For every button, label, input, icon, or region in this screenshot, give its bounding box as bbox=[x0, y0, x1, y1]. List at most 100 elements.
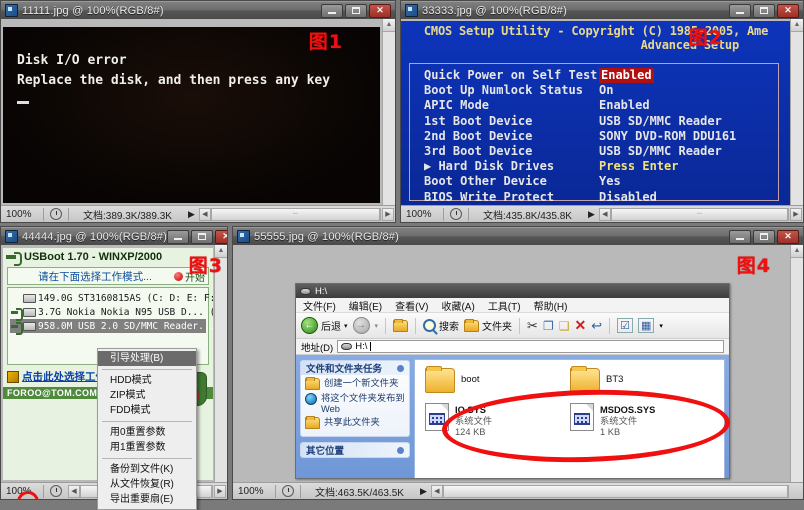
explorer-address-bar[interactable]: 地址(D) H:\ bbox=[296, 339, 729, 355]
win1-window-buttons[interactable]: ✕ bbox=[321, 3, 393, 18]
back-button[interactable]: ← 后退 ▾ bbox=[301, 317, 348, 334]
context-menu-item[interactable]: FDD模式 bbox=[98, 403, 196, 418]
folder-item[interactable]: boot bbox=[425, 366, 570, 393]
explorer-menu-item[interactable]: 收藏(A) bbox=[441, 298, 474, 313]
sidebar-task-item[interactable]: 将这个文件夹发布到 Web bbox=[305, 393, 405, 414]
status-arrow-icon[interactable]: ▶ bbox=[188, 209, 195, 220]
status-arrow-icon[interactable]: ▶ bbox=[588, 209, 595, 220]
context-menu-item[interactable]: 引导处理(B) bbox=[98, 351, 196, 366]
explorer-menu-item[interactable]: 工具(T) bbox=[488, 298, 521, 313]
undo-icon[interactable]: ↩ bbox=[591, 318, 602, 334]
win3-vertical-scrollbar[interactable]: ▲ bbox=[214, 245, 227, 482]
folder-grid[interactable]: boot BT3 bbox=[425, 366, 724, 403]
explorer-toolbar[interactable]: ← 后退 ▾ → ▾ 搜索 文件夹 ✂ ❐ ❑ ✕ ↩ ☑ ▦ ▾ bbox=[296, 313, 729, 339]
explorer-menu-item[interactable]: 文件(F) bbox=[303, 298, 336, 313]
sidebar-task-item[interactable]: 共享此文件夹 bbox=[305, 416, 405, 429]
bios-row[interactable]: BIOS Write Protect Disabled bbox=[424, 190, 778, 205]
usboot-drive-item[interactable]: 149.0G ST3160815AS (C: D: E: F:) bbox=[10, 291, 213, 305]
context-menu-item[interactable]: 备份到文件(K) bbox=[98, 462, 196, 477]
minimize-button[interactable] bbox=[321, 3, 343, 18]
photoshop-window-1[interactable]: 11111.jpg @ 100%(RGB/8#) ✕ Disk I/O erro… bbox=[0, 0, 396, 223]
win3-titlebar[interactable]: 44444.jpg @ 100%(RGB/8#) ✕ bbox=[1, 227, 227, 245]
cut-icon[interactable]: ✂ bbox=[527, 318, 538, 334]
file-item[interactable]: IO.SYS 系统文件 124 KB bbox=[425, 403, 570, 438]
win1-titlebar[interactable]: 11111.jpg @ 100%(RGB/8#) ✕ bbox=[1, 1, 395, 19]
explorer-sidebar[interactable]: 文件和文件夹任务 创建一个新文件夹 将这个文件夹发布到 Web 共享此文件夹 其它位置 bbox=[296, 355, 414, 478]
win1-zoom-level[interactable]: 100% bbox=[1, 209, 43, 220]
up-folder-icon[interactable] bbox=[393, 318, 409, 332]
photoshop-window-4[interactable]: 55555.jpg @ 100%(RGB/8#) ✕ H:\ 文件(F) 编辑(E… bbox=[232, 226, 804, 500]
file-item[interactable]: MSDOS.SYS 系统文件 1 KB bbox=[570, 403, 715, 438]
bios-option-value[interactable]: USB SD/MMC Reader bbox=[599, 144, 722, 159]
bios-option-value[interactable]: SONY DVD-ROM DDU161 bbox=[599, 129, 736, 144]
photoshop-window-2[interactable]: 33333.jpg @ 100%(RGB/8#) ✕ CMOS Setup Ut… bbox=[400, 0, 804, 223]
bios-option-value[interactable]: Enabled bbox=[599, 68, 654, 84]
explorer-menubar[interactable]: 文件(F) 编辑(E) 查看(V) 收藏(A) 工具(T) 帮助(H) bbox=[296, 298, 729, 313]
context-menu-item[interactable]: 从文件恢复(R) bbox=[98, 477, 196, 492]
maximize-button[interactable] bbox=[345, 3, 367, 18]
explorer-file-view[interactable]: boot BT3 IO.SYS 系统文件 124 KB MSDOS.SYS 系统文件 1 K… bbox=[414, 359, 725, 478]
explorer-titlebar[interactable]: H:\ bbox=[296, 284, 729, 298]
scroll-up-icon[interactable]: ▲ bbox=[791, 245, 803, 258]
bios-row[interactable]: Boot Other Device Yes bbox=[424, 174, 778, 189]
win4-titlebar[interactable]: 55555.jpg @ 100%(RGB/8#) ✕ bbox=[233, 227, 803, 245]
file-grid[interactable]: IO.SYS 系统文件 124 KB MSDOS.SYS 系统文件 1 KB bbox=[425, 403, 724, 448]
views-icon[interactable]: ▦ bbox=[637, 318, 655, 333]
explorer-menu-item[interactable]: 编辑(E) bbox=[349, 298, 382, 313]
hscroll-right-button[interactable]: ▶ bbox=[214, 484, 226, 498]
bios-option-value[interactable]: On bbox=[599, 83, 613, 98]
copy-icon[interactable]: ❐ bbox=[543, 319, 554, 333]
hscroll-left-button[interactable]: ◀ bbox=[598, 207, 611, 221]
win4-vertical-scrollbar[interactable]: ▲ bbox=[790, 245, 803, 482]
explorer-menu-item[interactable]: 查看(V) bbox=[395, 298, 428, 313]
win2-window-buttons[interactable]: ✕ bbox=[729, 3, 801, 18]
forward-arrow-icon[interactable]: → bbox=[352, 317, 370, 334]
scroll-up-icon[interactable]: ▲ bbox=[791, 19, 803, 32]
hscroll-left-button[interactable]: ◀ bbox=[430, 484, 443, 498]
win4-window-buttons[interactable]: ✕ bbox=[729, 229, 801, 244]
bios-option-value[interactable]: Press Enter bbox=[599, 159, 678, 174]
bios-row[interactable]: Boot Up Numlock Status On bbox=[424, 83, 778, 98]
minimize-button[interactable] bbox=[729, 3, 751, 18]
chevron-down-icon[interactable]: ▾ bbox=[344, 322, 348, 330]
bios-row[interactable]: APIC Mode Enabled bbox=[424, 98, 778, 113]
bios-option-value[interactable]: USB SD/MMC Reader bbox=[599, 114, 722, 129]
search-button[interactable]: 搜索 bbox=[423, 318, 459, 333]
hscroll-left-button[interactable]: ◀ bbox=[198, 207, 211, 221]
delete-icon[interactable]: ✕ bbox=[574, 317, 586, 334]
address-input[interactable]: H:\ bbox=[337, 340, 724, 353]
status-arrow-icon[interactable]: ▶ bbox=[420, 486, 427, 497]
context-menu-item[interactable]: 用1重置参数 bbox=[98, 440, 196, 455]
win2-titlebar[interactable]: 33333.jpg @ 100%(RGB/8#) ✕ bbox=[401, 1, 803, 19]
maximize-button[interactable] bbox=[191, 229, 213, 244]
hscroll-left-button[interactable]: ◀ bbox=[68, 484, 80, 498]
hscroll-right-button[interactable]: ▶ bbox=[790, 207, 802, 221]
sidebar-panel-header[interactable]: 其它位置 bbox=[301, 443, 409, 457]
bios-row[interactable]: 1st Boot Device USB SD/MMC Reader bbox=[424, 114, 778, 129]
minimize-button[interactable] bbox=[729, 229, 751, 244]
collapse-icon[interactable] bbox=[397, 446, 404, 454]
close-button[interactable]: ✕ bbox=[777, 3, 799, 18]
usboot-drive-item[interactable]: 958.0M USB 2.0 SD/MMC Reader... (H:) bbox=[10, 319, 213, 335]
win2-zoom-level[interactable]: 100% bbox=[401, 209, 443, 220]
views-chevron-icon[interactable]: ▾ bbox=[659, 322, 663, 330]
minimize-button[interactable] bbox=[167, 229, 189, 244]
context-menu-item[interactable]: 用0重置参数 bbox=[98, 425, 196, 440]
win2-vertical-scrollbar[interactable]: ▲ bbox=[790, 19, 803, 205]
usboot-context-menu[interactable]: 引导处理(B) HDD模式 ZIP模式 FDD模式 用0重置参数 用1重置参数 备份到文件(… bbox=[97, 348, 197, 510]
explorer-menu-item[interactable]: 帮助(H) bbox=[534, 298, 568, 313]
win4-zoom-level[interactable]: 100% bbox=[233, 486, 275, 497]
usboot-drive-item[interactable]: 3.7G Nokia Nokia N95 USB D... (I:) bbox=[10, 305, 213, 321]
close-button[interactable]: ✕ bbox=[215, 229, 227, 244]
collapse-icon[interactable] bbox=[397, 364, 404, 372]
hscroll-right-button[interactable]: ▶ bbox=[382, 207, 394, 221]
bios-option-value[interactable]: Disabled bbox=[599, 190, 657, 205]
chevron-down-icon-2[interactable]: ▾ bbox=[375, 322, 379, 330]
bios-row[interactable]: ▶ Hard Disk Drives Press Enter bbox=[424, 159, 778, 174]
bios-option-value[interactable]: Yes bbox=[599, 174, 621, 189]
maximize-button[interactable] bbox=[753, 3, 775, 18]
bios-option-value[interactable]: Enabled bbox=[599, 98, 650, 113]
paste-icon[interactable]: ❑ bbox=[559, 319, 570, 333]
sidebar-task-item[interactable]: 创建一个新文件夹 bbox=[305, 377, 405, 390]
bios-row[interactable]: Quick Power on Self Test Enabled bbox=[424, 68, 778, 84]
